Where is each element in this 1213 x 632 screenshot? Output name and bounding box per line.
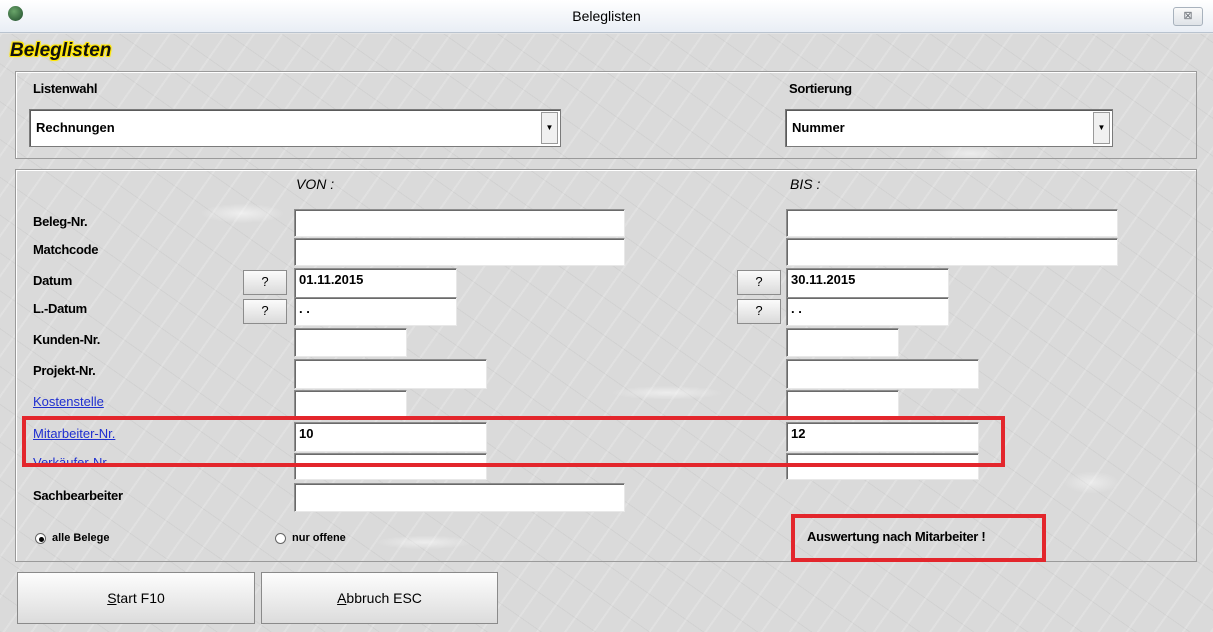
projekt-nr-bis-input[interactable] bbox=[786, 359, 979, 389]
start-button[interactable]: Start F10 bbox=[17, 572, 255, 624]
beleg-nr-bis-input[interactable] bbox=[786, 209, 1118, 237]
kunden-nr-bis-input[interactable] bbox=[786, 328, 899, 357]
chevron-down-icon[interactable]: ▼ bbox=[541, 112, 558, 144]
von-header: VON : bbox=[296, 176, 335, 192]
beleg-nr-label: Beleg-Nr. bbox=[33, 214, 88, 229]
start-label: tart F10 bbox=[116, 590, 165, 606]
mitarbeiter-highlight-box bbox=[22, 416, 1005, 467]
radio-nur-offene[interactable] bbox=[275, 533, 286, 544]
projekt-nr-label: Projekt-Nr. bbox=[33, 363, 96, 378]
datum-von-input[interactable]: 01.11.2015 bbox=[294, 268, 457, 298]
matchcode-label: Matchcode bbox=[33, 242, 99, 257]
page-title: Beleglisten bbox=[10, 40, 112, 61]
abbruch-label: bbruch ESC bbox=[346, 590, 422, 606]
projekt-nr-von-input[interactable] bbox=[294, 359, 487, 389]
kostenstelle-bis-input[interactable] bbox=[786, 390, 899, 418]
auswertung-note: Auswertung nach Mitarbeiter ! bbox=[807, 529, 986, 544]
chevron-down-icon[interactable]: ▼ bbox=[1093, 112, 1110, 144]
l-datum-bis-lookup-button[interactable]: ? bbox=[737, 299, 781, 324]
datum-bis-lookup-button[interactable]: ? bbox=[737, 270, 781, 295]
kostenstelle-link[interactable]: Kostenstelle bbox=[33, 394, 104, 409]
kunden-nr-von-input[interactable] bbox=[294, 328, 407, 357]
window-title: Beleglisten bbox=[572, 8, 641, 24]
listenwahl-dropdown[interactable]: Rechnungen ▼ bbox=[29, 109, 561, 147]
l-datum-label: L.-Datum bbox=[33, 301, 87, 316]
sachbearbeiter-label: Sachbearbeiter bbox=[33, 488, 123, 503]
sortierung-dropdown[interactable]: Nummer ▼ bbox=[785, 109, 1113, 147]
matchcode-bis-input[interactable] bbox=[786, 238, 1118, 266]
radio-alle-belege[interactable] bbox=[35, 533, 46, 544]
radio-alle-belege-label: alle Belege bbox=[52, 532, 110, 544]
datum-bis-input[interactable]: 30.11.2015 bbox=[786, 268, 949, 298]
sachbearbeiter-input[interactable] bbox=[294, 483, 625, 512]
sortierung-value: Nummer bbox=[792, 120, 845, 135]
bis-header: BIS : bbox=[790, 176, 821, 192]
beleg-nr-von-input[interactable] bbox=[294, 209, 625, 237]
l-datum-von-lookup-button[interactable]: ? bbox=[243, 299, 287, 324]
datum-label: Datum bbox=[33, 273, 72, 288]
kostenstelle-von-input[interactable] bbox=[294, 390, 407, 418]
radio-nur-offene-label: nur offene bbox=[292, 532, 346, 544]
matchcode-von-input[interactable] bbox=[294, 238, 625, 266]
abbruch-button[interactable]: Abbruch ESC bbox=[261, 572, 498, 624]
listenwahl-value: Rechnungen bbox=[36, 120, 115, 135]
sortierung-label: Sortierung bbox=[789, 81, 852, 96]
close-button[interactable]: ⊠ bbox=[1173, 7, 1203, 26]
datum-von-lookup-button[interactable]: ? bbox=[243, 270, 287, 295]
l-datum-bis-input[interactable]: . . bbox=[786, 297, 949, 326]
l-datum-von-input[interactable]: . . bbox=[294, 297, 457, 326]
kunden-nr-label: Kunden-Nr. bbox=[33, 332, 101, 347]
start-hotkey: S bbox=[107, 590, 117, 606]
listenwahl-label: Listenwahl bbox=[33, 81, 98, 96]
